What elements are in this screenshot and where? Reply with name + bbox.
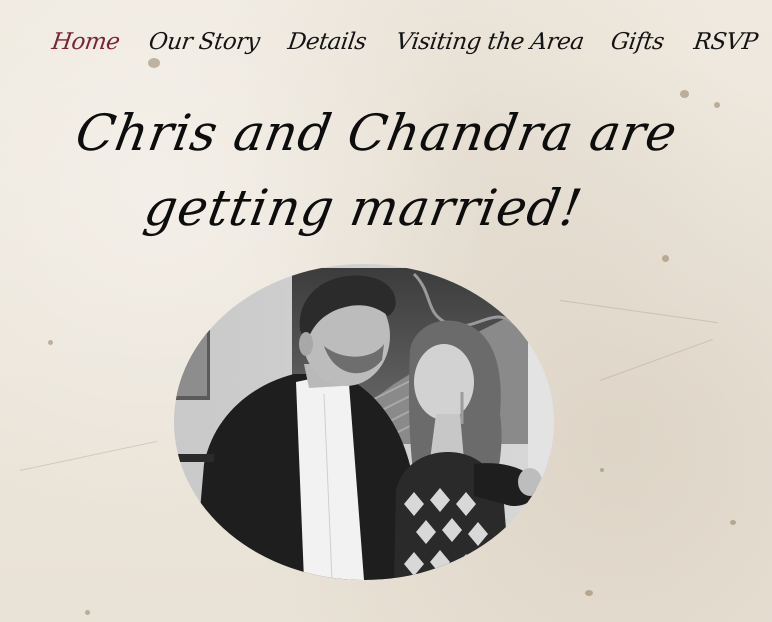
paper-speck <box>662 255 669 262</box>
paper-speck <box>714 102 720 108</box>
nav-our-story[interactable]: Our Story <box>148 29 262 55</box>
hero-heading-line-1: Chris and Chandra are <box>71 104 682 162</box>
nav-visiting-the-area[interactable]: Visiting the Area <box>394 29 585 55</box>
hero-heading-line-2: getting married! <box>140 179 587 237</box>
nav-rsvp[interactable]: RSVP <box>692 29 759 55</box>
paper-crack <box>599 338 713 381</box>
paper-speck <box>585 590 593 596</box>
paper-speck <box>48 340 53 345</box>
paper-crack <box>559 300 719 324</box>
nav-gifts[interactable]: Gifts <box>609 29 665 55</box>
hero-heading: Chris and Chandra are getting married! <box>47 96 693 246</box>
paper-speck <box>85 610 90 615</box>
couple-photo-illustration <box>174 264 554 580</box>
paper-speck <box>600 468 604 472</box>
couple-photo <box>174 264 554 580</box>
nav-home[interactable]: Home <box>50 29 121 55</box>
main-navigation: Home Our Story Details Visiting the Area… <box>50 22 759 62</box>
paper-crack <box>19 440 158 471</box>
nav-details[interactable]: Details <box>286 29 368 55</box>
paper-speck <box>730 520 736 525</box>
